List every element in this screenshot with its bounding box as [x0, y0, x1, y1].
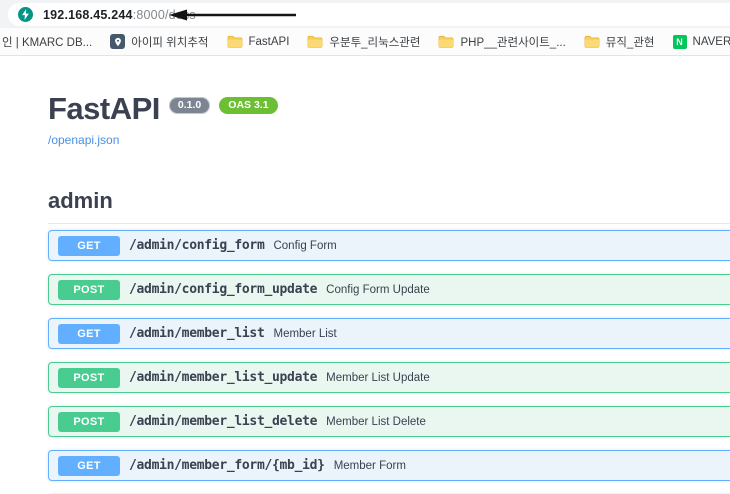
endpoint-summary: Config Form Update — [326, 284, 430, 296]
endpoint-row[interactable]: POST /admin/member_list_delete Member Li… — [48, 406, 730, 437]
endpoint-path: /admin/member_form/{mb_id} — [129, 458, 325, 473]
folder-icon — [307, 35, 323, 48]
bookmark-label: 우분투_리눅스관련 — [329, 34, 420, 50]
fastapi-favicon-icon — [18, 7, 33, 22]
method-badge: POST — [58, 412, 120, 432]
endpoint-row[interactable]: GET /admin/config_form Config Form — [48, 230, 730, 261]
bookmarks-bar: 인 | KMARC DB... 아이피 위치추적 FastAPI 우분투_리눅스관련 P… — [0, 28, 730, 55]
openapi-json-link[interactable]: /openapi.json — [48, 133, 119, 147]
endpoint-path: /admin/member_list — [129, 326, 264, 341]
bookmark-item[interactable]: 뮤직_관현 — [575, 31, 664, 53]
address-bar[interactable]: 192.168.45.244:8000/docs — [8, 3, 730, 26]
endpoint-summary: Member Form — [334, 460, 406, 472]
url-text[interactable]: 192.168.45.244:8000/docs — [43, 8, 196, 22]
section-title-admin: admin — [48, 188, 730, 214]
oas-badge: OAS 3.1 — [219, 97, 277, 114]
endpoint-row[interactable]: GET /admin/member_form/{mb_id} Member Fo… — [48, 450, 730, 481]
endpoint-row[interactable]: POST /admin/member_list_update Member Li… — [48, 362, 730, 393]
endpoint-list: GET /admin/config_form Config Form POST … — [48, 230, 730, 494]
version-badge: 0.1.0 — [169, 97, 210, 114]
endpoint-path: /admin/member_list_delete — [129, 414, 317, 429]
method-badge: GET — [58, 236, 120, 256]
endpoint-summary: Member List Update — [326, 372, 430, 384]
bookmark-item[interactable]: 아이피 위치추적 — [101, 31, 217, 53]
swagger-page: FastAPI 0.1.0 OAS 3.1 /openapi.json admi… — [0, 56, 730, 494]
bookmark-item[interactable]: 우분투_리눅스관련 — [298, 31, 429, 53]
folder-icon — [438, 35, 454, 48]
url-path: :8000/docs — [133, 8, 196, 22]
page-title: FastAPI — [48, 94, 160, 124]
endpoint-path: /admin/member_list_update — [129, 370, 317, 385]
section-divider — [48, 223, 730, 224]
bookmark-label: 뮤직_관현 — [606, 34, 655, 50]
folder-icon — [227, 35, 243, 48]
endpoint-row[interactable]: POST /admin/config_form_update Config Fo… — [48, 274, 730, 305]
bookmark-item[interactable]: FastAPI — [218, 31, 299, 53]
endpoint-summary: Member List — [273, 328, 336, 340]
api-header: FastAPI 0.1.0 OAS 3.1 — [48, 94, 730, 124]
folder-icon — [584, 35, 600, 48]
bookmark-label: NAVER — [693, 36, 730, 48]
method-badge: POST — [58, 280, 120, 300]
bookmark-label: FastAPI — [249, 36, 290, 48]
bookmark-item[interactable]: N NAVER — [664, 31, 730, 53]
bookmark-item[interactable]: 인 | KMARC DB... — [2, 31, 101, 53]
bookmark-label: PHP__관련사이트_... — [460, 34, 565, 50]
endpoint-row[interactable]: GET /admin/member_list Member List — [48, 318, 730, 349]
endpoint-path: /admin/config_form_update — [129, 282, 317, 297]
bookmark-label: 인 | KMARC DB... — [2, 34, 92, 50]
browser-chrome: 192.168.45.244:8000/docs 인 | KMARC DB...… — [0, 0, 730, 56]
method-badge: GET — [58, 456, 120, 476]
location-pin-icon — [110, 34, 125, 49]
bookmark-item[interactable]: PHP__관련사이트_... — [429, 31, 574, 53]
endpoint-summary: Config Form — [273, 240, 336, 252]
endpoint-summary: Member List Delete — [326, 416, 426, 428]
method-badge: POST — [58, 368, 120, 388]
method-badge: GET — [58, 324, 120, 344]
url-host: 192.168.45.244 — [43, 8, 133, 22]
endpoint-path: /admin/config_form — [129, 238, 264, 253]
bookmark-label: 아이피 위치추적 — [131, 34, 208, 50]
naver-icon: N — [673, 35, 687, 49]
